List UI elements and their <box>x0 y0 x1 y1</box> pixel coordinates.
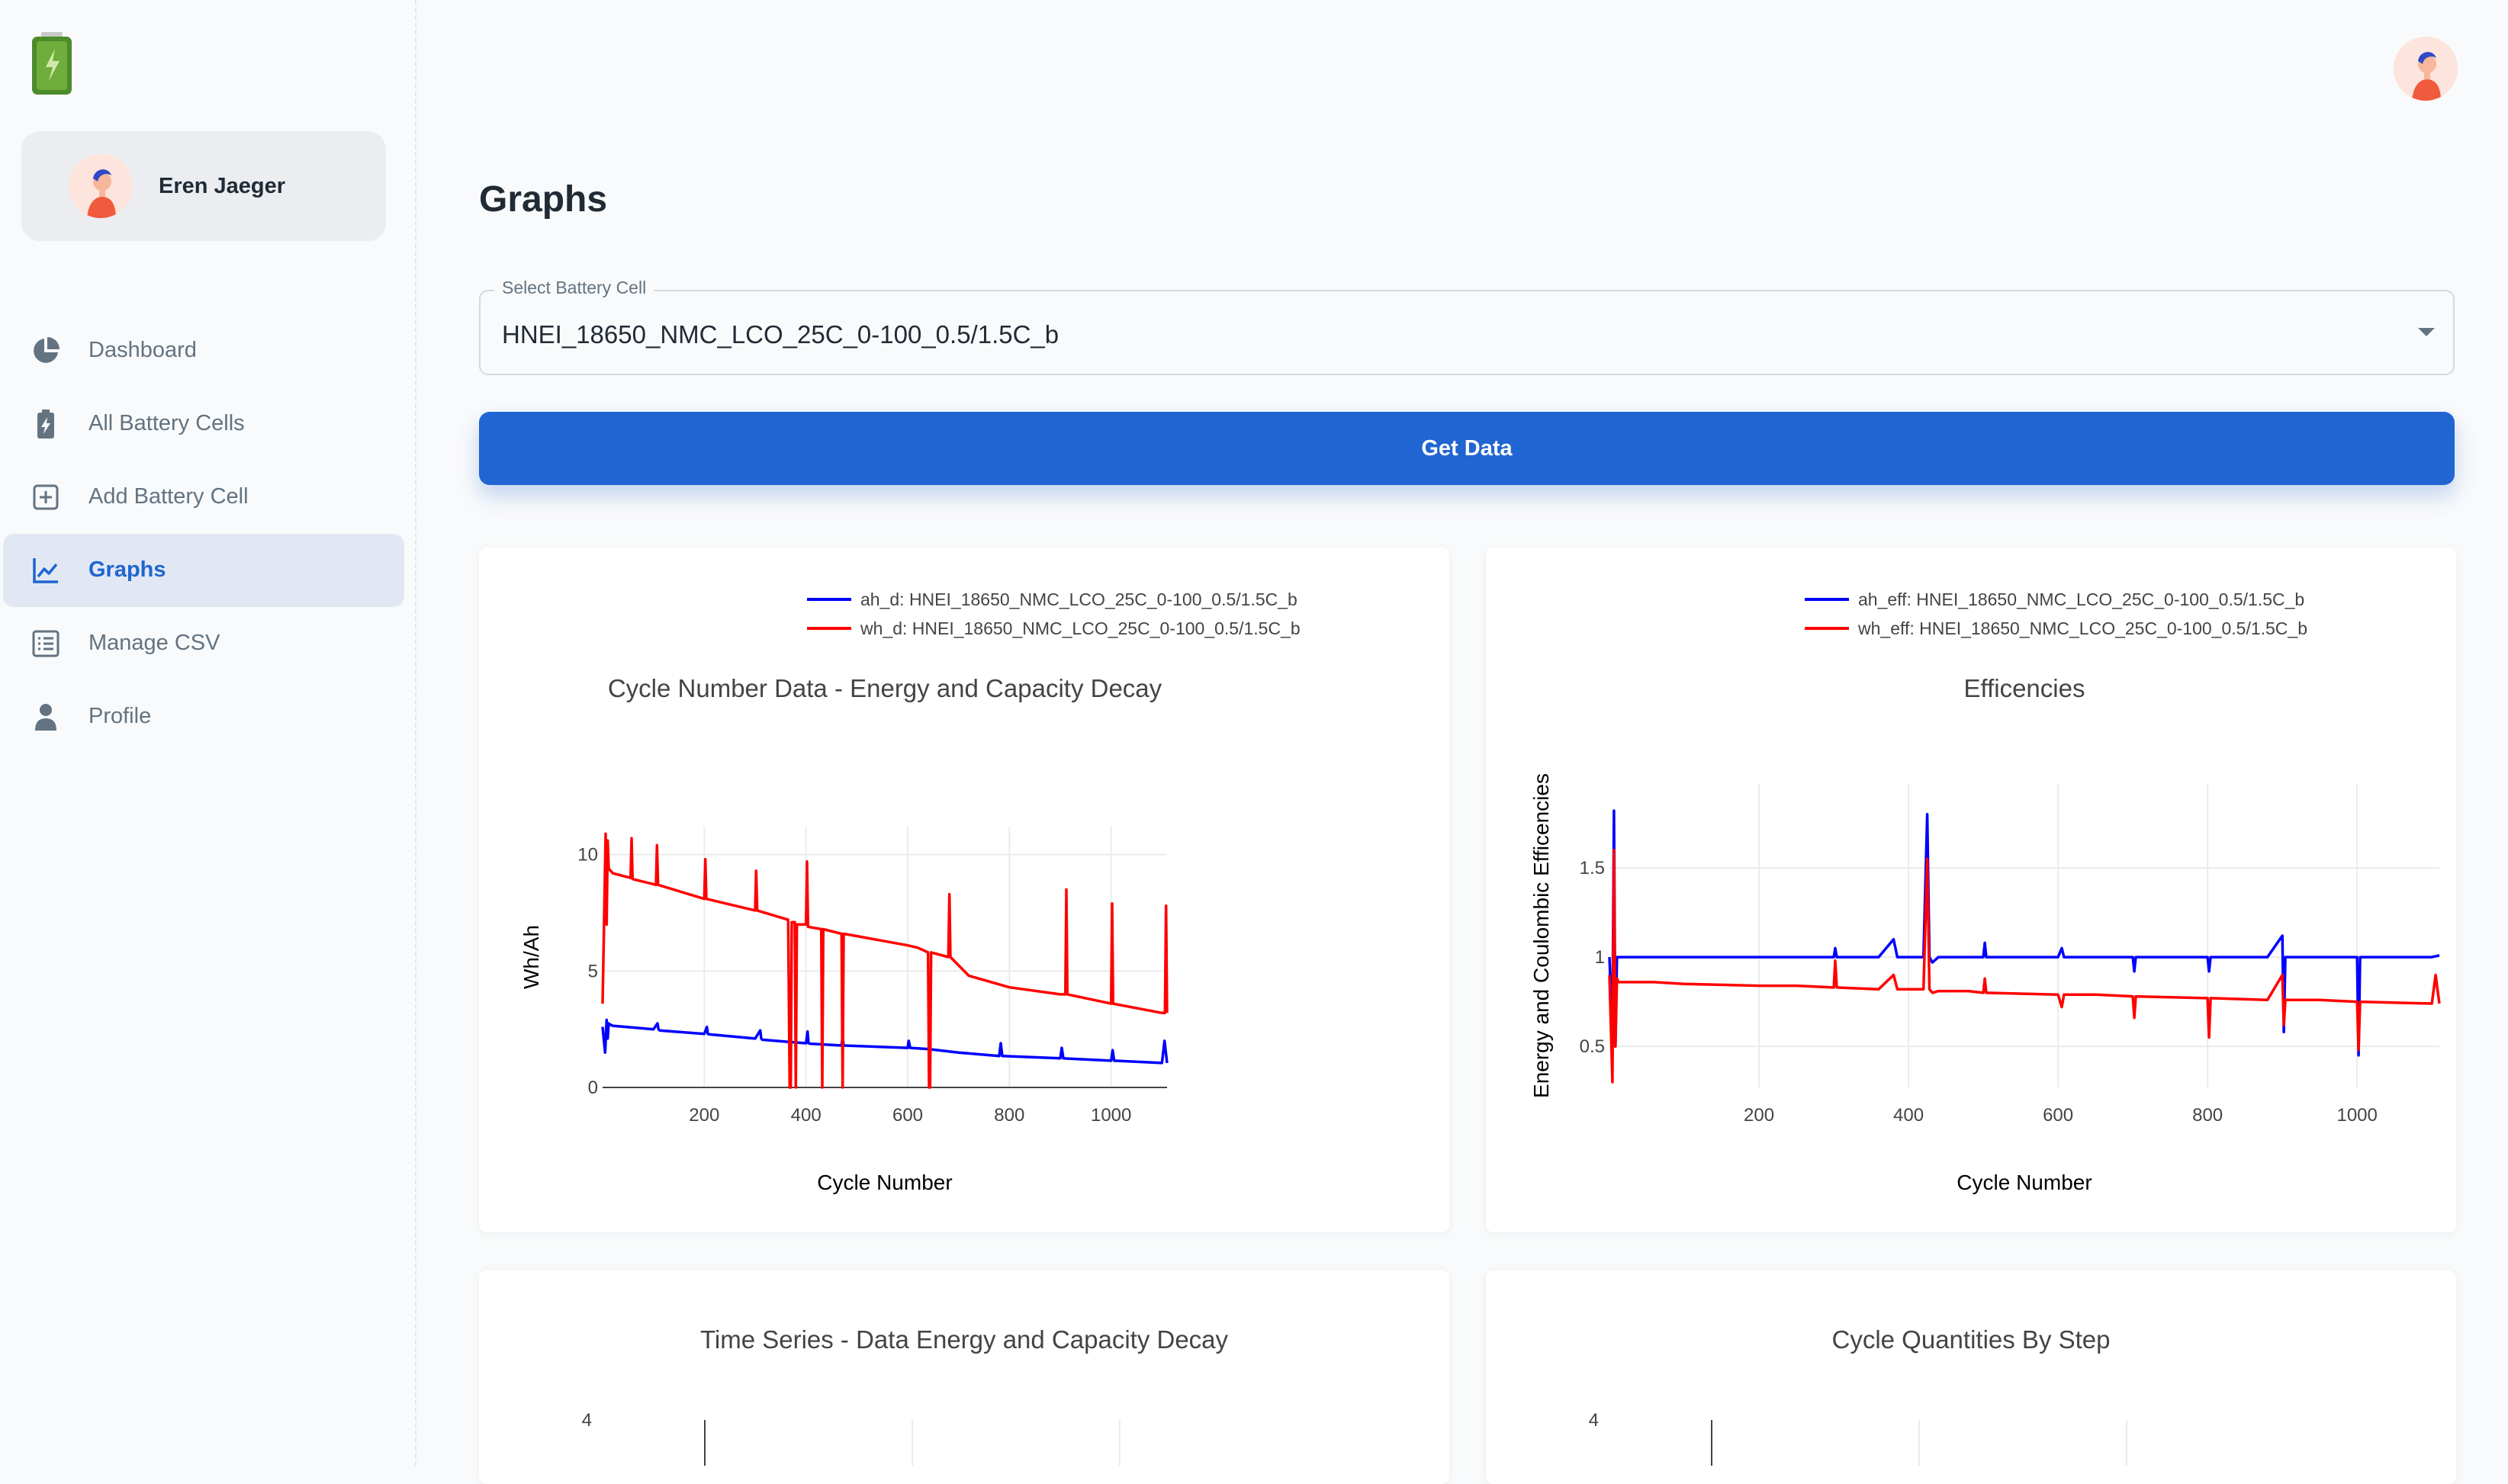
select-label: Select Battery Cell <box>494 278 654 298</box>
select-value: HNEI_18650_NMC_LCO_25C_0-100_0.5/1.5C_b <box>502 320 1059 349</box>
x-tick-label: 800 <box>2192 1105 2223 1126</box>
x-tick-label: 800 <box>994 1105 1024 1126</box>
get-data-button[interactable]: Get Data <box>479 412 2455 485</box>
x-tick-label: 600 <box>892 1105 923 1126</box>
chart-title: Efficencies <box>1964 674 2085 702</box>
header-avatar-button[interactable] <box>2394 37 2458 101</box>
y-tick-label: 1 <box>1595 947 1605 968</box>
caret-down-icon[interactable] <box>2418 328 2435 336</box>
chart-card-cycle-decay: Cycle Number Data - Energy and Capacity … <box>479 548 1449 1232</box>
x-axis-label: Cycle Number <box>817 1171 952 1194</box>
legend-label: wh_d: HNEI_18650_NMC_LCO_25C_0-100_0.5/1… <box>860 618 1301 638</box>
x-tick-label: 1000 <box>2336 1105 2377 1126</box>
x-tick-label: 200 <box>1744 1105 1774 1126</box>
account-card[interactable]: Eren Jaeger <box>21 131 386 241</box>
user-avatar <box>69 154 133 218</box>
battery-cell-select[interactable]: HNEI_18650_NMC_LCO_25C_0-100_0.5/1.5C_b <box>479 290 2455 375</box>
cycle-decay-chart[interactable]: Cycle Number Data - Energy and Capacity … <box>479 548 1449 1232</box>
y-tick-label: 4 <box>582 1410 592 1431</box>
series-line-blue <box>601 1018 1169 1065</box>
y-tick-label: 0 <box>588 1078 598 1098</box>
legend-label: ah_eff: HNEI_18650_NMC_LCO_25C_0-100_0.5… <box>1858 589 2304 609</box>
y-tick-label: 10 <box>577 845 598 866</box>
chart-title: Time Series - Data Energy and Capacity D… <box>700 1325 1229 1354</box>
series-line-red <box>1608 848 2441 1084</box>
y-tick-label: 5 <box>588 961 598 981</box>
series-line-blue <box>1608 809 2440 1057</box>
series-line-red <box>601 832 1169 1089</box>
y-tick-label: 1.5 <box>1580 858 1605 879</box>
chart-title: Cycle Number Data - Energy and Capacity … <box>608 674 1162 702</box>
x-tick-label: 600 <box>2043 1105 2073 1126</box>
efficiencies-chart[interactable]: Efficencies 200 400 600 800 1000 0.5 1 1.5 Cycle … <box>1486 548 2456 1232</box>
chart-card-efficiencies: Efficencies 200 400 600 800 1000 0.5 1 1.5 Cycle … <box>1486 548 2456 1232</box>
sidebar-item-add-battery-cell[interactable]: Add Battery Cell <box>3 461 404 534</box>
sidebar-item-graphs[interactable]: Graphs <box>3 534 404 607</box>
sidebar: Eren Jaeger Dashboard All Battery Cells … <box>0 0 416 1466</box>
y-tick-label: 4 <box>1589 1410 1599 1431</box>
chart-line-icon <box>33 558 58 583</box>
y-axis-label: Energy and Coulombic Efficencies <box>1529 773 1553 1098</box>
sidebar-item-label: Manage CSV <box>88 631 220 655</box>
chart-card-time-series: Time Series - Data Energy and Capacity D… <box>479 1270 1449 1484</box>
legend-label: ah_d: HNEI_18650_NMC_LCO_25C_0-100_0.5/1… <box>860 589 1297 609</box>
sidebar-item-label: Profile <box>88 704 152 728</box>
sidebar-item-label: Add Battery Cell <box>88 484 249 509</box>
plus-square-icon <box>33 484 59 510</box>
battery-logo-icon[interactable] <box>31 32 73 96</box>
x-tick-label: 400 <box>791 1105 822 1126</box>
x-tick-label: 200 <box>689 1105 719 1126</box>
x-tick-label: 400 <box>1893 1105 1924 1126</box>
person-icon <box>35 704 56 731</box>
sidebar-item-label: Graphs <box>88 557 166 582</box>
x-tick-label: 1000 <box>1091 1105 1131 1126</box>
sidebar-nav: Dashboard All Battery Cells Add Battery … <box>3 314 404 753</box>
y-axis-label: Wh/Ah <box>519 925 543 989</box>
y-tick-label: 0.5 <box>1580 1036 1605 1057</box>
pie-chart-icon <box>34 337 59 363</box>
sidebar-item-manage-csv[interactable]: Manage CSV <box>3 607 404 680</box>
sidebar-item-all-battery-cells[interactable]: All Battery Cells <box>3 387 404 461</box>
time-series-chart[interactable]: Time Series - Data Energy and Capacity D… <box>479 1270 1449 1466</box>
sidebar-item-label: Dashboard <box>88 338 197 362</box>
legend-label: wh_eff: HNEI_18650_NMC_LCO_25C_0-100_0.5… <box>1857 618 2307 638</box>
page-title: Graphs <box>479 179 608 220</box>
list-icon <box>32 630 59 657</box>
battery-icon <box>37 410 54 438</box>
x-axis-label: Cycle Number <box>1957 1171 2092 1194</box>
chart-title: Cycle Quantities By Step <box>1832 1325 2111 1354</box>
account-name: Eren Jaeger <box>159 174 286 198</box>
sidebar-item-label: All Battery Cells <box>88 411 245 435</box>
sidebar-item-profile[interactable]: Profile <box>3 680 404 753</box>
sidebar-item-dashboard[interactable]: Dashboard <box>3 314 404 387</box>
chart-card-cycle-quantities: Cycle Quantities By Step 4 <box>1486 1270 2456 1484</box>
cycle-quantities-chart[interactable]: Cycle Quantities By Step 4 <box>1486 1270 2456 1466</box>
